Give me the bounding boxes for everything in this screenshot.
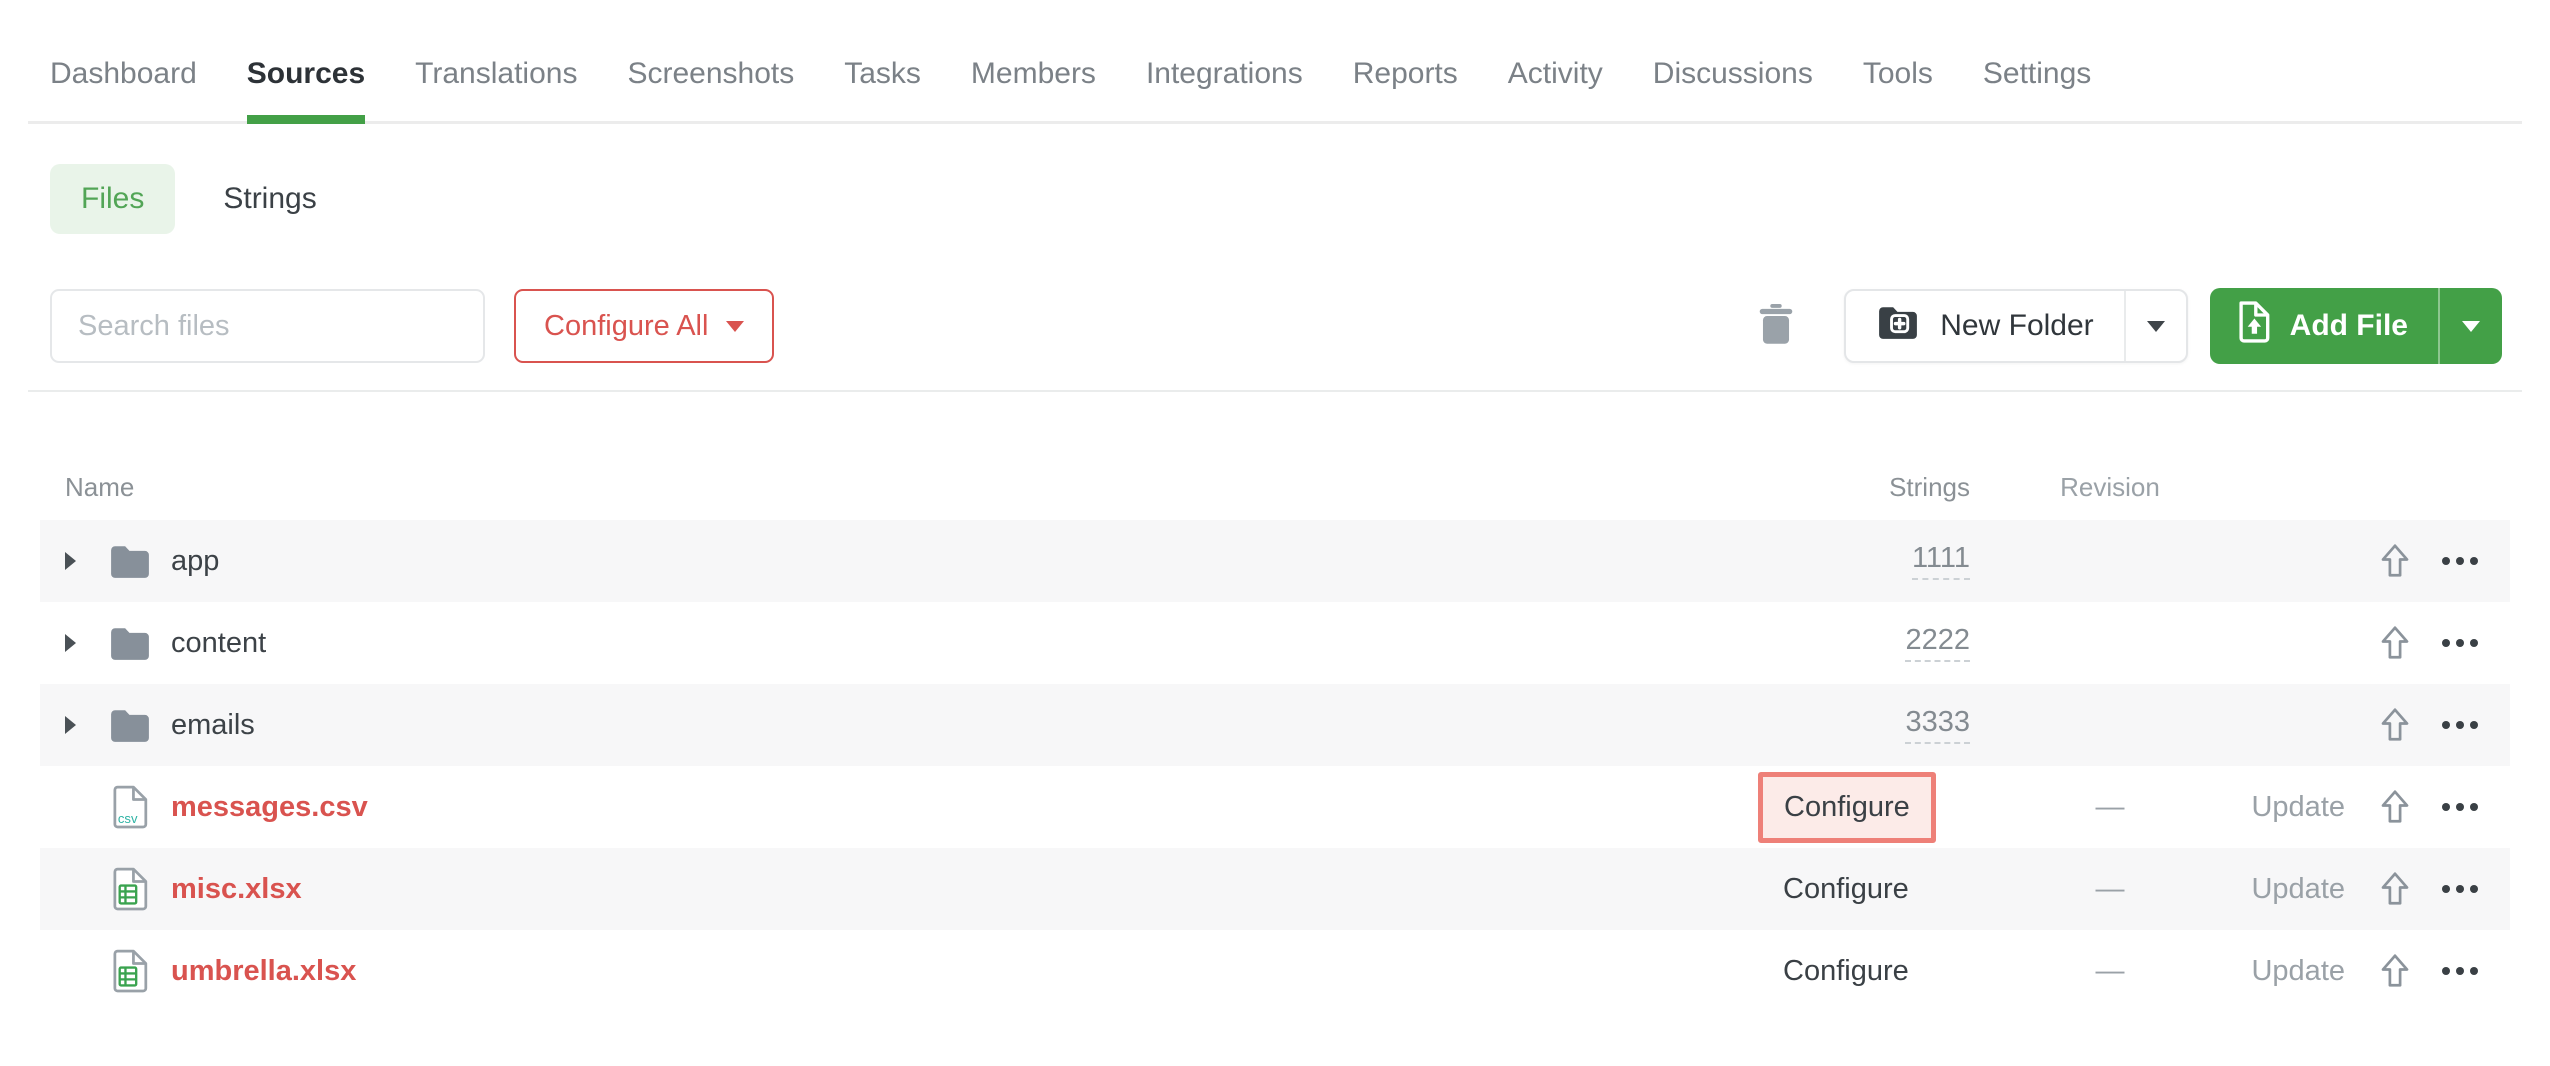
nav-tab-reports[interactable]: Reports: [1353, 57, 1458, 121]
project-top-nav: Dashboard Sources Translations Screensho…: [28, 0, 2522, 124]
row-menu-button[interactable]: [2442, 885, 2478, 893]
update-link[interactable]: Update: [2251, 873, 2345, 905]
chevron-right-icon[interactable]: [65, 552, 83, 570]
upload-translations-button[interactable]: [2380, 707, 2410, 743]
upload-translations-button[interactable]: [2380, 953, 2410, 989]
add-file-button[interactable]: Add File: [2210, 288, 2438, 364]
nav-tab-members[interactable]: Members: [971, 57, 1096, 121]
nav-tab-screenshots[interactable]: Screenshots: [627, 57, 794, 121]
row-menu-button[interactable]: [2442, 721, 2478, 729]
configure-link[interactable]: Configure: [1783, 873, 1909, 906]
subtab-files[interactable]: Files: [50, 164, 175, 234]
folder-icon: [107, 625, 153, 661]
configure-all-label: Configure All: [544, 310, 708, 343]
nav-tab-settings[interactable]: Settings: [1983, 57, 2091, 121]
upload-translations-button[interactable]: [2380, 789, 2410, 825]
svg-text:csv: csv: [118, 811, 138, 826]
nav-tab-dashboard[interactable]: Dashboard: [50, 57, 197, 121]
file-name-link[interactable]: umbrella.xlsx: [171, 955, 356, 988]
revision-value: —: [1990, 873, 2230, 906]
trash-icon: [1758, 303, 1794, 350]
table-row-file-misc-xlsx: misc.xlsx Configure — Update: [40, 848, 2510, 930]
chevron-right-icon[interactable]: [65, 716, 83, 734]
add-file-dropdown-button[interactable]: [2438, 288, 2502, 364]
configure-link[interactable]: Configure: [1783, 955, 1909, 988]
file-upload-icon: [2236, 301, 2270, 351]
folder-plus-icon: [1876, 304, 1920, 348]
row-menu-button[interactable]: [2442, 967, 2478, 975]
chevron-down-icon: [2147, 321, 2165, 332]
nav-tab-translations[interactable]: Translations: [415, 57, 577, 121]
folder-name[interactable]: emails: [171, 709, 255, 742]
new-folder-split-button: New Folder: [1844, 289, 2187, 363]
xlsx-file-icon: [107, 949, 153, 993]
update-link[interactable]: Update: [2251, 955, 2345, 987]
row-menu-button[interactable]: [2442, 803, 2478, 811]
configure-all-button[interactable]: Configure All: [514, 289, 774, 363]
search-input[interactable]: [50, 289, 485, 363]
strings-count: 3333: [1905, 706, 1970, 744]
delete-button[interactable]: [1746, 296, 1806, 356]
folder-icon: [107, 543, 153, 579]
row-menu-button[interactable]: [2442, 639, 2478, 647]
table-header-row: Name Strings Revision: [40, 454, 2510, 520]
table-row-file-messages-csv: csv messages.csv Configure — Update: [40, 766, 2510, 848]
csv-file-icon: csv: [107, 785, 153, 829]
row-menu-button[interactable]: [2442, 557, 2478, 565]
file-name-link[interactable]: misc.xlsx: [171, 873, 302, 906]
strings-count: 2222: [1905, 624, 1970, 662]
folder-name[interactable]: content: [171, 627, 266, 660]
strings-count: 1111: [1912, 542, 1970, 580]
chevron-down-icon: [2462, 321, 2480, 332]
folder-name[interactable]: app: [171, 545, 219, 578]
new-folder-dropdown-button[interactable]: [2124, 291, 2186, 361]
chevron-down-icon: [726, 321, 744, 332]
nav-tab-integrations[interactable]: Integrations: [1146, 57, 1303, 121]
nav-tab-activity[interactable]: Activity: [1508, 57, 1603, 121]
add-file-label: Add File: [2290, 309, 2408, 343]
table-row-folder-content: content 2222: [40, 602, 2510, 684]
new-folder-label: New Folder: [1940, 309, 2093, 343]
configure-link[interactable]: Configure: [1784, 791, 1910, 824]
files-toolbar: Configure All New Folder: [50, 288, 2502, 364]
upload-translations-button[interactable]: [2380, 871, 2410, 907]
header-revision: Revision: [1990, 472, 2230, 503]
sources-subtabs: Files Strings: [50, 164, 2550, 234]
upload-translations-button[interactable]: [2380, 543, 2410, 579]
toolbar-divider: [28, 390, 2522, 392]
configure-highlight-box: Configure: [1758, 772, 1936, 843]
folder-icon: [107, 707, 153, 743]
xlsx-file-icon: [107, 867, 153, 911]
file-name-link[interactable]: messages.csv: [171, 791, 368, 824]
nav-tab-sources[interactable]: Sources: [247, 57, 365, 121]
nav-tab-tasks[interactable]: Tasks: [844, 57, 921, 121]
header-name: Name: [65, 472, 1780, 503]
files-table: Name Strings Revision app 1111 con: [40, 454, 2510, 1012]
update-link[interactable]: Update: [2251, 791, 2345, 823]
table-row-file-umbrella-xlsx: umbrella.xlsx Configure — Update: [40, 930, 2510, 1012]
header-strings: Strings: [1780, 472, 1990, 503]
nav-tab-discussions[interactable]: Discussions: [1653, 57, 1813, 121]
table-row-folder-app: app 1111: [40, 520, 2510, 602]
upload-translations-button[interactable]: [2380, 625, 2410, 661]
chevron-right-icon[interactable]: [65, 634, 83, 652]
revision-value: —: [1990, 791, 2230, 824]
nav-tab-tools[interactable]: Tools: [1863, 57, 1933, 121]
add-file-split-button: Add File: [2210, 288, 2502, 364]
new-folder-button[interactable]: New Folder: [1846, 291, 2123, 361]
subtab-strings[interactable]: Strings: [223, 182, 316, 216]
table-row-folder-emails: emails 3333: [40, 684, 2510, 766]
revision-value: —: [1990, 955, 2230, 988]
